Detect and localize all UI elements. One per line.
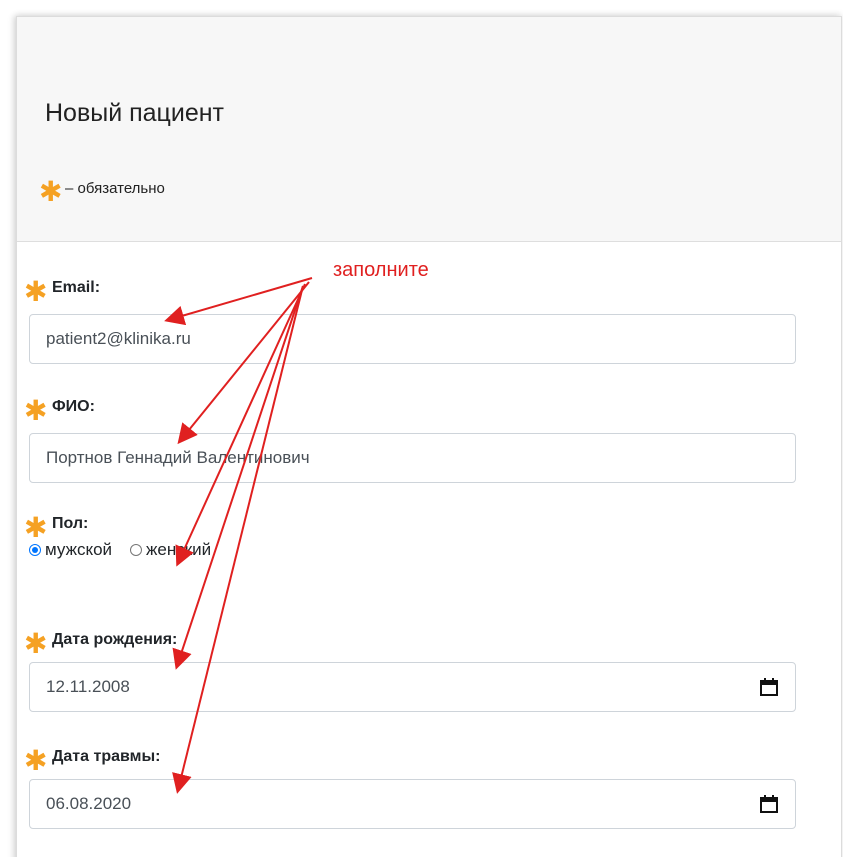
fio-label: ✱ ФИО: bbox=[24, 395, 95, 426]
page-title: Новый пациент bbox=[45, 99, 225, 127]
injury-date-field[interactable]: 06.08.2020 bbox=[29, 779, 796, 829]
radio-female[interactable] bbox=[130, 544, 143, 556]
page: Новый пациент ✱ – обязательно ✱ Email: p… bbox=[0, 0, 843, 857]
birth-date-field[interactable]: 12.11.2008 bbox=[29, 662, 796, 712]
calendar-icon[interactable] bbox=[759, 794, 779, 814]
email-label: ✱ Email: bbox=[24, 276, 101, 307]
email-field-value: patient2@klinika.ru bbox=[46, 329, 191, 348]
injury-date-value: 06.08.2020 bbox=[46, 794, 132, 813]
email-field[interactable]: patient2@klinika.ru bbox=[29, 314, 796, 364]
injury-date-label: ✱ Дата травмы: bbox=[24, 745, 161, 776]
required-asterisk-icon: ✱ bbox=[24, 276, 48, 307]
required-asterisk-icon: ✱ bbox=[24, 395, 48, 426]
form-header: Новый пациент ✱ – обязательно bbox=[17, 17, 841, 242]
gender-radio-group: мужской женский bbox=[29, 540, 211, 560]
calendar-icon[interactable] bbox=[759, 677, 779, 697]
fio-field-value: Портнов Геннадий Валентинович bbox=[46, 448, 310, 467]
required-asterisk-icon: ✱ bbox=[24, 628, 48, 659]
birth-date-value: 12.11.2008 bbox=[46, 677, 130, 696]
required-asterisk-icon: ✱ bbox=[39, 176, 63, 207]
annotation-fill-in: заполните bbox=[333, 259, 429, 281]
gender-option-male[interactable]: мужской bbox=[29, 540, 112, 560]
birth-date-label: ✱ Дата рождения: bbox=[24, 628, 178, 659]
required-note-text: – обязательно bbox=[65, 179, 165, 197]
radio-male[interactable] bbox=[29, 544, 41, 556]
required-note: ✱ – обязательно bbox=[39, 174, 165, 206]
gender-label: ✱ Пол: bbox=[24, 512, 89, 543]
required-asterisk-icon: ✱ bbox=[24, 512, 48, 543]
required-asterisk-icon: ✱ bbox=[24, 745, 48, 776]
fio-field[interactable]: Портнов Геннадий Валентинович bbox=[29, 433, 796, 483]
gender-option-female[interactable]: женский bbox=[130, 540, 211, 560]
